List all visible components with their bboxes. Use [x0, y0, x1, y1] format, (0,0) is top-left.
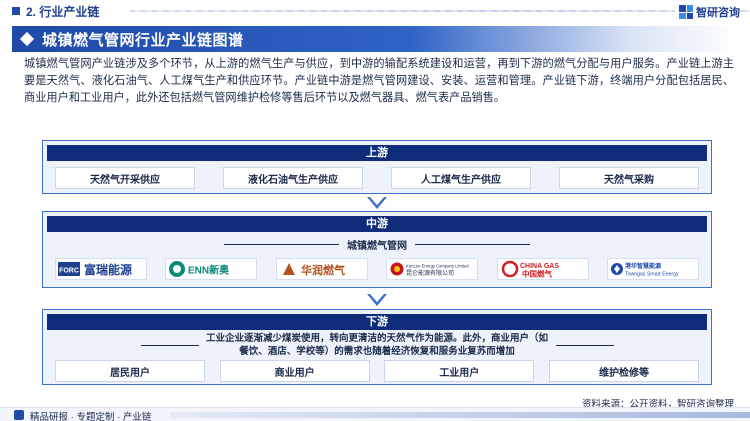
header-divider — [130, 10, 750, 12]
company-logo-enn: ENN新奥 — [165, 258, 258, 280]
upstream-item: 天然气开采供应 — [55, 167, 195, 189]
top-header: 2. 行业产业链 智研咨询 — [0, 0, 750, 22]
section-title: 2. 行业产业链 — [26, 4, 100, 19]
china-resources-gas-logo-icon: 华润燃气 — [282, 263, 345, 277]
company-mark: KunLun Energy Company Limited — [406, 264, 469, 269]
page-title: 城镇燃气管网行业产业链图谱 — [42, 31, 244, 49]
footer-text: 精品研报 · 专题定制 · 产业链 — [30, 412, 152, 421]
footer-bar: 精品研报 · 专题定制 · 产业链 — [0, 407, 750, 421]
diamond-icon — [19, 31, 35, 47]
downstream-item: 工业用户 — [384, 360, 535, 382]
footer-decoration — [170, 412, 750, 418]
company-name: ENN新奥 — [188, 264, 230, 277]
company-logo-towngas: 港华智慧能源 Towngas Smart Energy — [606, 258, 699, 280]
company-logo-china-resources-gas: 华润燃气 — [275, 258, 368, 280]
upstream-header: 上游 — [47, 145, 707, 161]
company-name: 中国燃气 — [522, 269, 552, 279]
brand-name: 智研咨询 — [696, 7, 740, 19]
footer-logo-icon — [14, 410, 24, 420]
company-logo-kunlun: KunLun Energy Company Limited 昆仑能源有限公司 — [386, 258, 479, 280]
kunlun-energy-logo-icon: KunLun Energy Company Limited 昆仑能源有限公司 — [390, 262, 469, 277]
company-name: 昆仑能源有限公司 — [406, 269, 454, 277]
downstream-panel: 下游 工业企业逐渐减少煤炭使用，转向更清洁的天然气作为能源。此外，商业用户（如餐… — [42, 309, 712, 385]
downstream-item: 商业用户 — [219, 360, 370, 382]
midstream-panel: 中游 城镇燃气管网 FORC 富瑞能源 ENN新奥 华润燃气 KunLun En… — [42, 211, 712, 288]
downstream-header: 下游 — [47, 314, 707, 330]
section-marker-icon — [12, 7, 20, 15]
downstream-item: 居民用户 — [55, 360, 205, 382]
upstream-panel: 上游 天然气开采供应 液化石油气生产供应 人工煤气生产供应 天然气采购 — [42, 140, 712, 194]
company-mark: Towngas Smart Energy — [625, 272, 679, 278]
upstream-item: 液化石油气生产供应 — [223, 167, 363, 189]
company-logo-foric: FORC 富瑞能源 — [55, 258, 147, 280]
downstream-item: 维护检修等 — [548, 360, 699, 382]
midstream-header: 中游 — [47, 216, 707, 232]
company-name: 港华智慧能源 — [625, 262, 661, 270]
company-mark: FORC — [59, 268, 79, 275]
enn-logo-icon: ENN新奥 — [169, 261, 231, 277]
downstream-subtitle-row: 工业企业逐渐减少煤炭使用，转向更清洁的天然气作为能源。此外，商业用户（如餐饮、酒… — [43, 332, 711, 358]
foric-logo-icon: FORC 富瑞能源 — [58, 262, 132, 277]
upstream-item: 人工煤气生产供应 — [391, 167, 531, 189]
midstream-subtitle-row: 城镇燃气管网 — [43, 238, 711, 252]
midstream-subtitle: 城镇燃气管网 — [347, 240, 407, 252]
company-name: 富瑞能源 — [84, 262, 132, 277]
china-gas-logo-icon: CHINA GAS 中国燃气 — [501, 260, 559, 279]
down-arrow-icon — [367, 294, 387, 306]
down-arrow-icon — [367, 197, 387, 209]
downstream-subtitle: 工业企业逐渐减少煤炭使用，转向更清洁的天然气作为能源。此外，商业用户（如餐饮、酒… — [205, 333, 548, 357]
title-bar: 城镇燃气管网行业产业链图谱 — [12, 26, 738, 52]
company-logo-china-gas: CHINA GAS 中国燃气 — [496, 258, 589, 280]
brand-logo-icon — [679, 5, 693, 19]
intro-paragraph: 城镇燃气管网产业链涉及多个环节，从上游的燃气生产与供应，到中游的输配系统建设和运… — [24, 58, 734, 104]
towngas-logo-icon: 港华智慧能源 Towngas Smart Energy — [610, 262, 679, 278]
brand: 智研咨询 — [675, 4, 740, 20]
upstream-item: 天然气采购 — [559, 167, 699, 189]
company-name: 华润燃气 — [301, 263, 345, 277]
